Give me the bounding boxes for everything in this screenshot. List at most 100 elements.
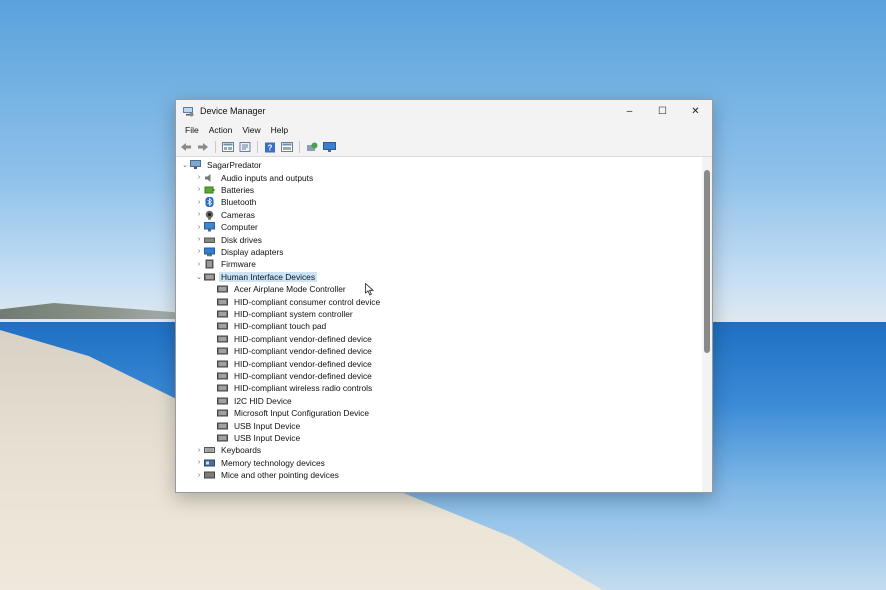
hid-device-icon <box>217 335 228 343</box>
tree-device-item[interactable]: HID-compliant touch pad <box>217 320 328 332</box>
computer-icon <box>204 222 215 232</box>
tree-device-item[interactable]: HID-compliant wireless radio controls <box>217 382 374 394</box>
help-icon[interactable]: ? <box>263 141 277 153</box>
tree-device-label: HID-compliant touch pad <box>234 321 327 332</box>
chevron-right-icon[interactable]: › <box>194 211 204 218</box>
mouse-cursor-icon <box>365 283 374 296</box>
tree-category[interactable]: › Cameras <box>194 209 257 221</box>
chevron-down-icon[interactable]: ⌄ <box>194 273 204 281</box>
tree-category-label: Cameras <box>221 209 255 220</box>
chevron-right-icon[interactable]: › <box>194 224 204 231</box>
toolbar-separator <box>257 141 258 153</box>
chevron-right-icon[interactable]: › <box>194 248 204 255</box>
tree-device-label: HID-compliant vendor-defined device <box>234 370 372 381</box>
maximize-icon: ☐ <box>658 105 667 117</box>
tree-root[interactable]: ⌄ SagarPredator <box>180 159 263 171</box>
chevron-right-icon[interactable]: › <box>194 186 204 193</box>
chevron-right-icon[interactable]: › <box>194 472 204 479</box>
tree-device-item[interactable]: USB Input Device <box>217 420 302 432</box>
memory-icon <box>204 459 215 467</box>
title-bar[interactable]: Device Manager – ☐ ✕ <box>176 100 712 122</box>
tree-device-item[interactable]: HID-compliant vendor-defined device <box>217 370 374 382</box>
menu-action[interactable]: Action <box>204 125 238 135</box>
tree-category[interactable]: › Mice and other pointing devices <box>194 469 341 481</box>
display-icon <box>204 247 215 257</box>
speaker-icon <box>205 173 211 182</box>
chevron-right-icon[interactable]: › <box>194 447 204 454</box>
camera-icon <box>205 210 214 220</box>
window-title: Device Manager <box>200 106 266 116</box>
device-manager-window: Device Manager – ☐ ✕ File Action View He… <box>175 99 713 493</box>
scrollbar-thumb[interactable] <box>704 170 710 353</box>
tree-category[interactable]: › Keyboards <box>194 444 263 456</box>
tree-category[interactable]: › Audio inputs and outputs <box>194 172 315 184</box>
background-shoreline <box>0 303 180 319</box>
tree-category[interactable]: › Computer <box>194 221 260 233</box>
close-button[interactable]: ✕ <box>679 100 712 122</box>
menu-bar: File Action View Help <box>176 122 712 138</box>
hid-device-icon <box>217 397 228 405</box>
monitor-icon[interactable] <box>322 141 336 153</box>
hid-icon <box>204 273 215 281</box>
menu-view[interactable]: View <box>237 125 265 135</box>
hid-device-icon <box>217 372 228 380</box>
tree-category-label: Bluetooth <box>221 197 257 208</box>
forward-icon[interactable] <box>196 141 210 153</box>
chevron-right-icon[interactable]: › <box>194 199 204 206</box>
tree-device-item[interactable]: USB Input Device <box>217 432 302 444</box>
minimize-button[interactable]: – <box>613 100 646 122</box>
hid-device-icon <box>217 384 228 392</box>
tree-category[interactable]: › Memory technology devices <box>194 457 327 469</box>
tree-category-label: Disk drives <box>221 234 262 245</box>
tree-device-item[interactable]: HID-compliant consumer control device <box>217 296 382 308</box>
tree-device-label: HID-compliant system controller <box>234 308 353 319</box>
scan-hardware-icon[interactable] <box>305 141 319 153</box>
disk-icon <box>204 237 215 243</box>
tree-device-label: HID-compliant vendor-defined device <box>234 333 372 344</box>
tree-device-item[interactable]: HID-compliant system controller <box>217 308 355 320</box>
tree-category[interactable]: › Display adapters <box>194 246 285 258</box>
tree-category-label: Computer <box>221 222 258 233</box>
tree-device-label: HID-compliant vendor-defined device <box>234 358 372 369</box>
menu-help[interactable]: Help <box>266 125 293 135</box>
update-driver-icon[interactable] <box>238 141 252 153</box>
hid-device-icon <box>217 360 228 367</box>
computer-icon <box>190 160 201 169</box>
hid-device-icon <box>217 347 228 355</box>
tree-device-item[interactable]: HID-compliant vendor-defined device <box>217 345 374 357</box>
view-icon[interactable] <box>280 141 294 153</box>
tree-category[interactable]: › Bluetooth <box>194 196 258 208</box>
minimize-icon: – <box>626 105 633 117</box>
menu-file[interactable]: File <box>180 125 204 135</box>
tree-device-label: HID-compliant consumer control device <box>234 296 381 307</box>
device-manager-app-icon <box>183 107 194 117</box>
tree-category[interactable]: › Disk drives <box>194 234 264 246</box>
tree-device-item[interactable]: HID-compliant vendor-defined device <box>217 333 374 345</box>
chevron-down-icon[interactable]: ⌄ <box>180 161 190 169</box>
tree-root-label: SagarPredator <box>207 160 262 170</box>
device-tree[interactable]: ⌄ SagarPredator › Audio inputs and output… <box>176 157 700 492</box>
keyboard-icon <box>204 447 215 454</box>
tree-device-item[interactable]: HID-compliant vendor-defined device <box>217 358 374 370</box>
hid-device-icon <box>217 285 228 293</box>
tree-category-label: Firmware <box>221 259 256 270</box>
tree-device-item[interactable]: Acer Airplane Mode Controller <box>217 283 348 295</box>
chevron-right-icon[interactable]: › <box>194 236 204 243</box>
vertical-scrollbar[interactable] <box>702 157 712 492</box>
back-icon[interactable] <box>179 141 193 153</box>
chevron-right-icon[interactable]: › <box>194 174 204 181</box>
tree-category-label: Batteries <box>221 184 255 195</box>
tree-category[interactable]: › Firmware <box>194 258 258 270</box>
tree-category[interactable]: › Batteries <box>194 184 256 196</box>
tree-device-item[interactable]: I2C HID Device <box>217 395 294 407</box>
firmware-icon <box>205 259 214 269</box>
tree-category-label: Human Interface Devices <box>219 271 318 282</box>
chevron-right-icon[interactable]: › <box>194 261 204 268</box>
properties-icon[interactable] <box>221 141 235 153</box>
tree-category[interactable]: ⌄ Human Interface Devices <box>194 271 318 283</box>
toolbar-separator <box>299 141 300 153</box>
toolbar: ? <box>176 138 712 157</box>
maximize-button[interactable]: ☐ <box>646 100 679 122</box>
tree-device-item[interactable]: Microsoft Input Configuration Device <box>217 407 371 419</box>
chevron-right-icon[interactable]: › <box>194 459 204 466</box>
